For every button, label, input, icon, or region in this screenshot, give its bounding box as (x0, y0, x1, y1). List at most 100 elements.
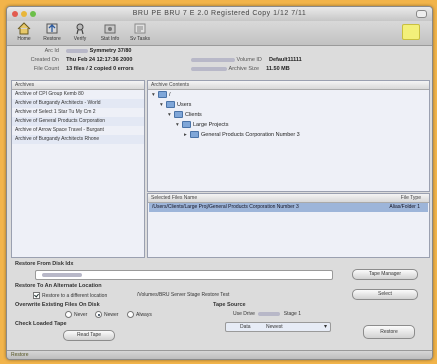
tree-row[interactable]: ▾ Large Projects (176, 121, 228, 130)
redacted-text (258, 311, 281, 316)
selected-file-path: /Users/Clients/Large Proj/General Produc… (152, 204, 299, 210)
toolbar-stat-info-label: Stat Info (100, 36, 120, 42)
archive-row[interactable]: Archive of Burgandy Architects Rhone (12, 135, 144, 144)
contents-panel: Archive Contents ▾ / ▾ Users ▾ Clients ▾ Lar… (147, 80, 430, 192)
tape-manager-button[interactable]: Tape Manager (352, 269, 418, 280)
folder-icon (190, 131, 199, 139)
file-count-value: 13 files / 2 copied 0 errors (66, 66, 134, 72)
restore-button[interactable]: Restore (363, 325, 415, 339)
overwrite-newer-option[interactable]: Newer (95, 311, 118, 318)
tree-row[interactable]: ▾ Users (160, 101, 191, 110)
archives-list: Archive of CPI Group Kemb 80 Archive of … (12, 90, 144, 144)
check-tape-label: Check Loaded Tape (15, 321, 67, 327)
chevron-down-icon: ▾ (323, 324, 327, 330)
use-drive-value: Stage 1 (283, 311, 301, 317)
file-type-header-label: File Type (400, 195, 421, 201)
contents-header[interactable]: Archive Contents (148, 81, 429, 90)
archive-id-label: Arc Id (44, 48, 59, 54)
tree-row[interactable]: ▸ General Products Corporation Number 3 (184, 131, 300, 140)
archives-header[interactable]: Archives (12, 81, 144, 90)
data-select-label: Data (240, 324, 251, 330)
stat-info-icon (104, 24, 116, 34)
restore-from-disk-field[interactable] (35, 270, 333, 280)
different-location-checkbox[interactable] (33, 292, 40, 299)
verify-icon (76, 23, 84, 35)
toolbar-verify-label: Verify (73, 36, 87, 42)
toolbar-tasks-label: Sv Tasks (130, 36, 150, 42)
toolbar-highlight-icon[interactable] (402, 24, 420, 40)
restore-from-disk-label: Restore From Disk Idx (15, 261, 74, 267)
selected-file-type: Alias/Folder 1 (389, 204, 420, 210)
volume-value: Default11111 (268, 57, 302, 63)
folder-icon (158, 91, 167, 99)
home-icon (17, 22, 31, 35)
toolbar-verify-button[interactable]: Verify (65, 22, 95, 42)
overwrite-always-label: Always (136, 311, 152, 318)
redacted-text (42, 273, 82, 277)
different-location-option[interactable]: Restore to a different location (33, 292, 107, 299)
overwrite-never-option[interactable]: Never (65, 311, 87, 318)
archive-row[interactable]: Archive of Arrow Space Travel - Burgant (12, 126, 144, 135)
toolbar-home-button[interactable]: Home (9, 22, 39, 42)
redacted-text (191, 57, 235, 62)
selected-files-header[interactable]: Selected Files Name File Type (148, 194, 429, 203)
window-title: BRU PE BRU 7 E 2.0 Registered Copy 1/12 … (132, 10, 307, 17)
restore-button-label: Restore (380, 329, 398, 335)
data-select[interactable]: Data Newest ▾ (225, 322, 331, 332)
size-value: 11.50 MB (266, 66, 290, 72)
selected-files-panel: Selected Files Name File Type /Users/Cli… (147, 193, 430, 258)
tree-label: / (169, 92, 171, 98)
toolbar-toggle-icon[interactable] (416, 10, 427, 18)
restore-icon (46, 23, 58, 34)
overwrite-newer-label: Newer (104, 311, 119, 318)
file-count-label: File Count (33, 66, 59, 72)
folder-icon (182, 121, 191, 129)
archives-panel: Archives Archive of CPI Group Kemb 80 Ar… (11, 80, 145, 258)
toolbar-stat-info-button[interactable]: Stat Info (95, 22, 125, 42)
tree-label: Large Projects (193, 122, 229, 128)
tree-row[interactable]: ▾ Clients (168, 111, 202, 120)
size-label: Archive Size (228, 66, 260, 72)
data-select-value: Newest (266, 324, 283, 330)
overwrite-always-radio[interactable] (127, 311, 134, 318)
toolbar-restore-label: Restore (43, 36, 61, 42)
tree-label: Clients (185, 112, 202, 118)
redacted-text (66, 48, 89, 53)
archive-row[interactable]: Archive of Burgandy Architects - World (12, 99, 144, 108)
use-drive-label: Use Drive (233, 311, 255, 317)
tree-row[interactable]: ▾ / (152, 91, 171, 100)
different-location-label: Restore to a different location (42, 292, 108, 299)
select-button[interactable]: Select (352, 289, 418, 300)
redacted-text (191, 66, 227, 71)
overwrite-newer-radio[interactable] (95, 311, 102, 318)
alternate-location-label: Restore To An Alternate Location (15, 283, 102, 289)
overwrite-never-radio[interactable] (65, 311, 72, 318)
toolbar-home-label: Home (17, 36, 31, 42)
archive-id-value: Symmetry 37/80 (89, 48, 132, 54)
different-location-path: /Volumes/BRU Server Stage Restore Test (137, 292, 230, 298)
folder-icon (174, 111, 183, 119)
toolbar: Home Restore Verify Stat Info Sv Tasks (7, 21, 432, 46)
read-tape-button[interactable]: Read Tape (63, 330, 115, 341)
folder-icon (166, 101, 175, 109)
tape-source-label: Tape Source (213, 302, 246, 308)
created-label: Created On (30, 57, 59, 63)
tree-label: Users (177, 102, 192, 108)
title-bar: BRU PE BRU 7 E 2.0 Registered Copy 1/12 … (7, 7, 432, 22)
created-value: Thu Feb 24 12:17:36 2000 (66, 57, 133, 63)
archive-row[interactable]: Archive of Select 1 Star Tu My Cm 2 (12, 108, 144, 117)
status-bar: Restore (7, 350, 432, 359)
archive-row[interactable]: Archive of General Products Corporation (12, 117, 144, 126)
overwrite-label: Overwrite Existing Files On Disk (15, 302, 100, 308)
archive-info: Arc Id Symmetry 37/80 Created On Thu Feb… (11, 47, 428, 77)
selected-file-row[interactable]: /Users/Clients/Large Proj/General Produc… (149, 203, 428, 212)
app-window: BRU PE BRU 7 E 2.0 Registered Copy 1/12 … (6, 6, 433, 360)
toolbar-restore-button[interactable]: Restore (37, 22, 67, 42)
tasks-icon (134, 23, 146, 34)
archive-row[interactable]: Archive of CPI Group Kemb 80 (12, 90, 144, 99)
overwrite-never-label: Never (74, 311, 88, 318)
toolbar-tasks-button[interactable]: Sv Tasks (125, 22, 155, 42)
tree-label: General Products Corporation Number 3 (201, 132, 300, 138)
overwrite-always-option[interactable]: Always (127, 311, 152, 318)
selected-files-header-label: Selected Files Name (151, 195, 198, 201)
